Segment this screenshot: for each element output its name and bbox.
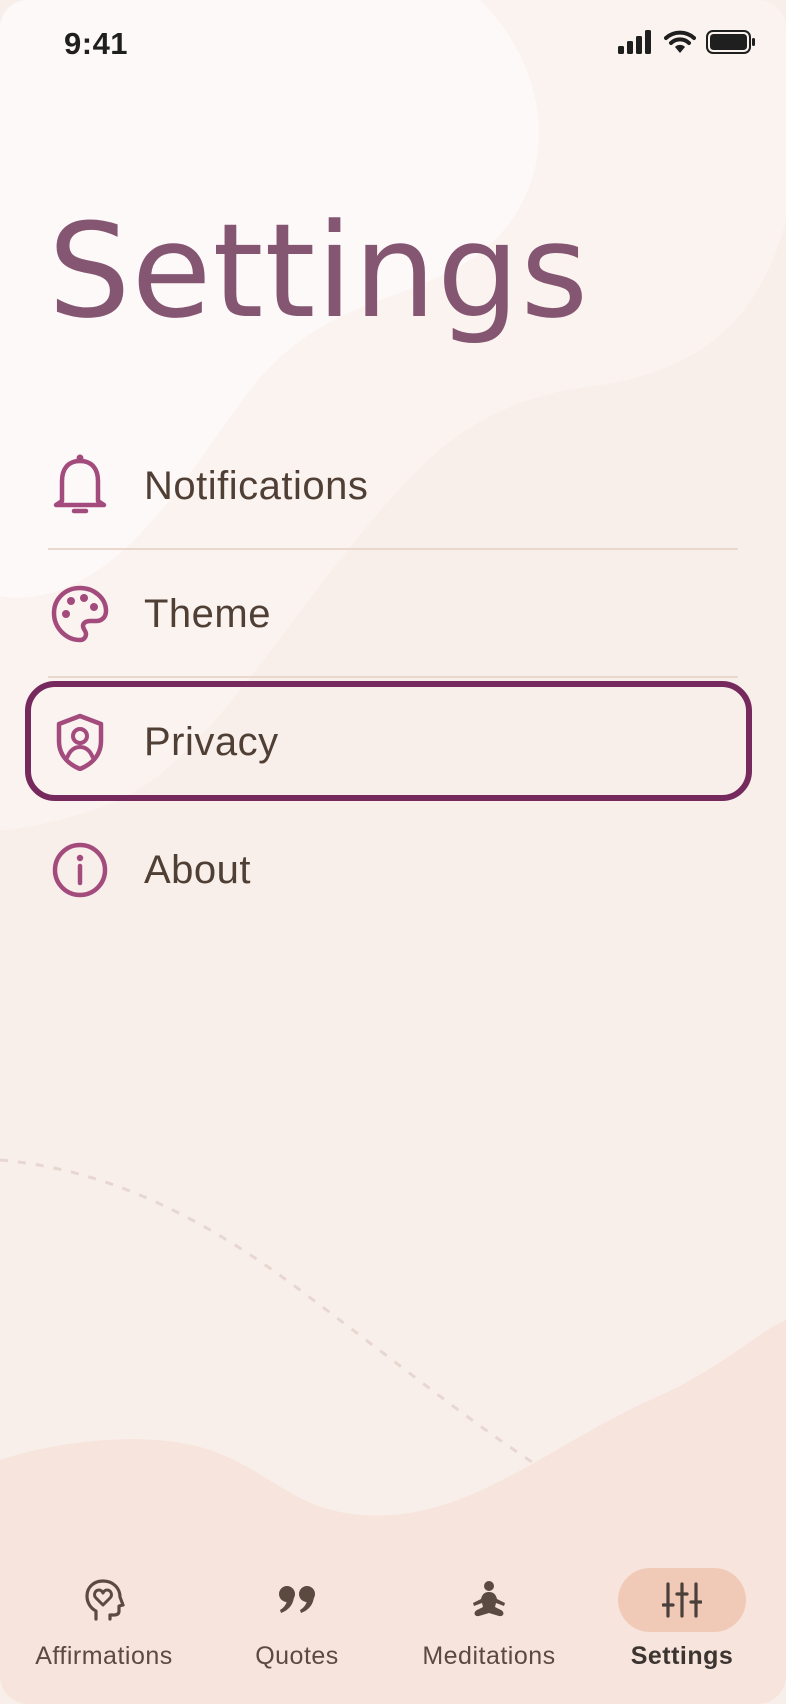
info-icon [48, 838, 112, 902]
nav-label: Settings [630, 1642, 734, 1670]
palette-icon [48, 582, 112, 646]
menu-item-label: About [144, 847, 252, 892]
menu-item-label: Theme [144, 591, 271, 636]
nav-label: Quotes [255, 1642, 339, 1670]
wifi-icon [664, 30, 696, 53]
head-heart-icon [85, 1579, 125, 1621]
nav-item-settings[interactable]: Settings [592, 1544, 772, 1684]
status-time: 9:41 [64, 26, 129, 61]
nav-icon-container [40, 1568, 168, 1632]
meditation-icon [473, 1581, 505, 1617]
nav-item-quotes[interactable]: Quotes [207, 1544, 387, 1684]
nav-item-affirmations[interactable]: Affirmations [14, 1544, 194, 1684]
nav-icon-container [618, 1568, 746, 1632]
status-bar: 9:41 [0, 0, 786, 92]
nav-icon-container [233, 1568, 361, 1632]
menu-item-privacy[interactable]: Privacy [48, 678, 738, 806]
menu-item-notifications[interactable]: Notifications [48, 422, 738, 550]
status-icons [618, 30, 756, 54]
bottom-nav: Affirmations Quotes Meditations Settings [0, 1544, 786, 1704]
bell-icon [48, 454, 112, 518]
page-title: Settings [48, 195, 590, 347]
cellular-signal-icon [618, 30, 651, 54]
menu-item-label: Notifications [144, 463, 369, 508]
nav-label: Affirmations [35, 1642, 173, 1670]
menu-item-label: Privacy [144, 719, 279, 764]
nav-icon-container [425, 1568, 553, 1632]
settings-screen: 9:41 Settings Notifications Theme Privac… [0, 0, 786, 1704]
quote-icon [279, 1586, 315, 1613]
sliders-icon [662, 1582, 702, 1618]
nav-label: Meditations [422, 1642, 556, 1670]
nav-item-meditations[interactable]: Meditations [399, 1544, 579, 1684]
menu-item-theme[interactable]: Theme [48, 550, 738, 678]
menu-item-about[interactable]: About [48, 806, 738, 934]
battery-icon [706, 30, 755, 54]
shield-person-icon [48, 710, 112, 774]
